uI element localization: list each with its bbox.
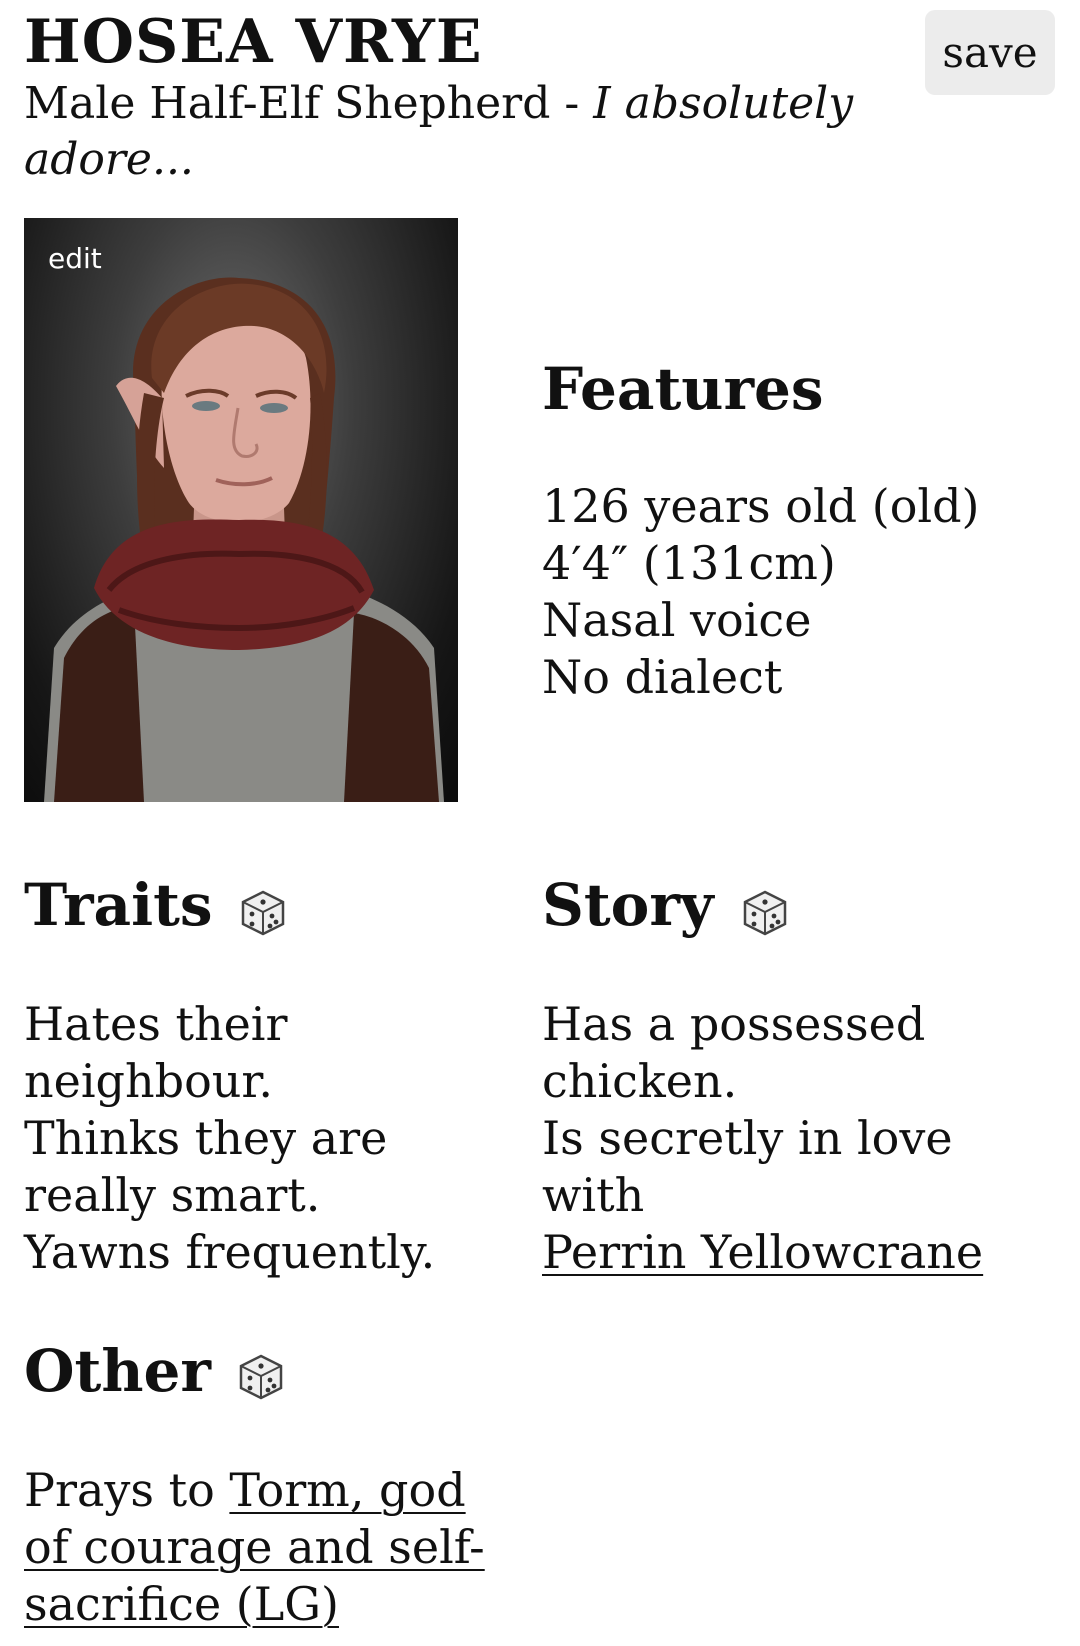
edit-portrait-link[interactable]: edit <box>48 242 102 275</box>
character-portrait: edit <box>24 218 458 802</box>
dice-icon[interactable] <box>238 888 288 938</box>
feature-voice: Nasal voice <box>542 593 812 647</box>
trait-item: Hates their neighbour. <box>24 997 288 1108</box>
save-button[interactable]: save <box>925 10 1055 95</box>
story-character-link[interactable]: Perrin Yellowcrane <box>542 1225 983 1279</box>
subtitle-description: Male Half-Elf Shepherd - <box>24 78 594 129</box>
feature-dialect: No dialect <box>542 650 783 704</box>
dice-icon[interactable] <box>236 1352 286 1402</box>
trait-item: Yawns frequently. <box>24 1225 436 1279</box>
dice-icon[interactable] <box>740 888 790 938</box>
other-heading: Other <box>24 1337 211 1405</box>
feature-height: 4′4″ (131cm) <box>542 536 836 590</box>
story-item-text: Is secretly in love with <box>542 1111 953 1222</box>
other-prefix: Prays to <box>24 1463 230 1517</box>
character-name: HOSEA VRYE <box>24 7 483 77</box>
features-heading: Features <box>542 355 824 423</box>
story-item: Is secretly in love with Perrin Yellowcra… <box>542 1110 992 1281</box>
traits-list: Hates their neighbour. Thinks they are r… <box>24 996 494 1281</box>
other-text: Prays to Torm, god of courage and self-s… <box>24 1462 524 1633</box>
portrait-illustration <box>44 277 444 802</box>
features-list: 126 years old (old) 4′4″ (131cm) Nasal v… <box>542 478 1062 706</box>
traits-heading: Traits <box>24 871 213 939</box>
feature-age: 126 years old (old) <box>542 479 980 533</box>
character-subtitle: Male Half-Elf Shepherd - I absolutely ad… <box>24 76 864 188</box>
trait-item: Thinks they are really smart. <box>24 1111 388 1222</box>
story-heading: Story <box>542 871 714 939</box>
story-item: Has a possessed chicken. <box>542 997 926 1108</box>
story-list: Has a possessed chicken. Is secretly in … <box>542 996 992 1281</box>
